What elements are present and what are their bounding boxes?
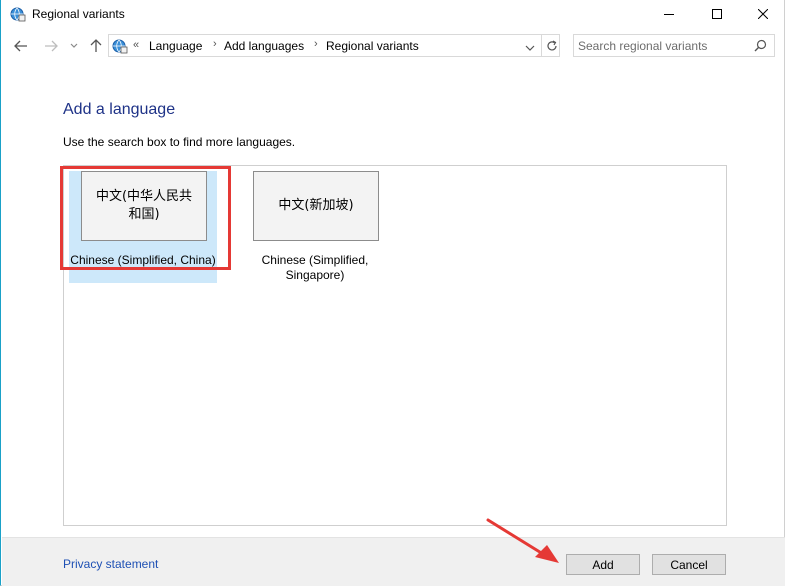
maximize-button[interactable] <box>694 0 740 28</box>
language-item-chinese-simplified-singapore[interactable]: 中文(新加坡) Chinese (Simplified, Singapore) <box>241 171 389 283</box>
language-tile[interactable]: 中文(新加坡) <box>253 171 379 241</box>
refresh-icon <box>546 39 557 50</box>
refresh-button[interactable] <box>541 35 561 56</box>
page-title: Add a language <box>63 101 176 118</box>
chevron-down-icon <box>70 43 78 48</box>
maximize-icon <box>712 9 722 19</box>
recent-locations-button[interactable] <box>65 37 83 55</box>
address-bar[interactable]: « Language › Add languages › Regional va… <box>108 34 560 57</box>
forward-arrow-icon <box>45 40 58 52</box>
navigation-bar: « Language › Add languages › Regional va… <box>1 33 784 59</box>
add-button[interactable]: Add <box>566 554 640 575</box>
search-box[interactable] <box>573 34 775 57</box>
close-icon <box>758 9 768 19</box>
back-arrow-icon <box>14 40 27 52</box>
back-button[interactable] <box>12 37 30 55</box>
footer-bar: Privacy statement Add Cancel <box>2 537 785 586</box>
address-dropdown-button[interactable] <box>525 41 535 55</box>
minimize-icon <box>664 14 674 15</box>
breadcrumb-language[interactable]: Language <box>149 39 202 53</box>
globe-icon <box>10 6 26 22</box>
globe-icon <box>112 38 128 54</box>
up-button[interactable] <box>87 37 105 55</box>
language-list: 中文(中华人民共和国) Chinese (Simplified, China) … <box>63 165 727 526</box>
breadcrumb-separator[interactable]: › <box>213 38 217 50</box>
language-item-chinese-simplified-china[interactable]: 中文(中华人民共和国) Chinese (Simplified, China) <box>69 171 217 283</box>
close-button[interactable] <box>740 0 786 28</box>
search-icon[interactable] <box>754 39 767 55</box>
address-overflow[interactable]: « <box>133 39 139 51</box>
privacy-statement-link[interactable]: Privacy statement <box>63 557 158 571</box>
regional-variants-window: Regional variants « Language › Add langu… <box>0 0 785 586</box>
minimize-button[interactable] <box>646 0 692 28</box>
language-label: Chinese (Simplified, Singapore) <box>261 253 369 282</box>
breadcrumb-regional-variants[interactable]: Regional variants <box>326 39 419 53</box>
language-label: Chinese (Simplified, China) <box>70 253 216 267</box>
instruction-text: Use the search box to find more language… <box>63 135 296 149</box>
cancel-button[interactable]: Cancel <box>652 554 726 575</box>
up-arrow-icon <box>90 39 102 52</box>
forward-button[interactable] <box>42 37 60 55</box>
language-tile[interactable]: 中文(中华人民共和国) <box>81 171 207 241</box>
search-input[interactable] <box>578 37 748 54</box>
title-bar: Regional variants <box>1 0 784 28</box>
breadcrumb-add-languages[interactable]: Add languages <box>224 39 304 53</box>
window-title: Regional variants <box>32 7 125 21</box>
chevron-down-icon <box>525 45 535 51</box>
breadcrumb-separator[interactable]: › <box>314 38 318 50</box>
